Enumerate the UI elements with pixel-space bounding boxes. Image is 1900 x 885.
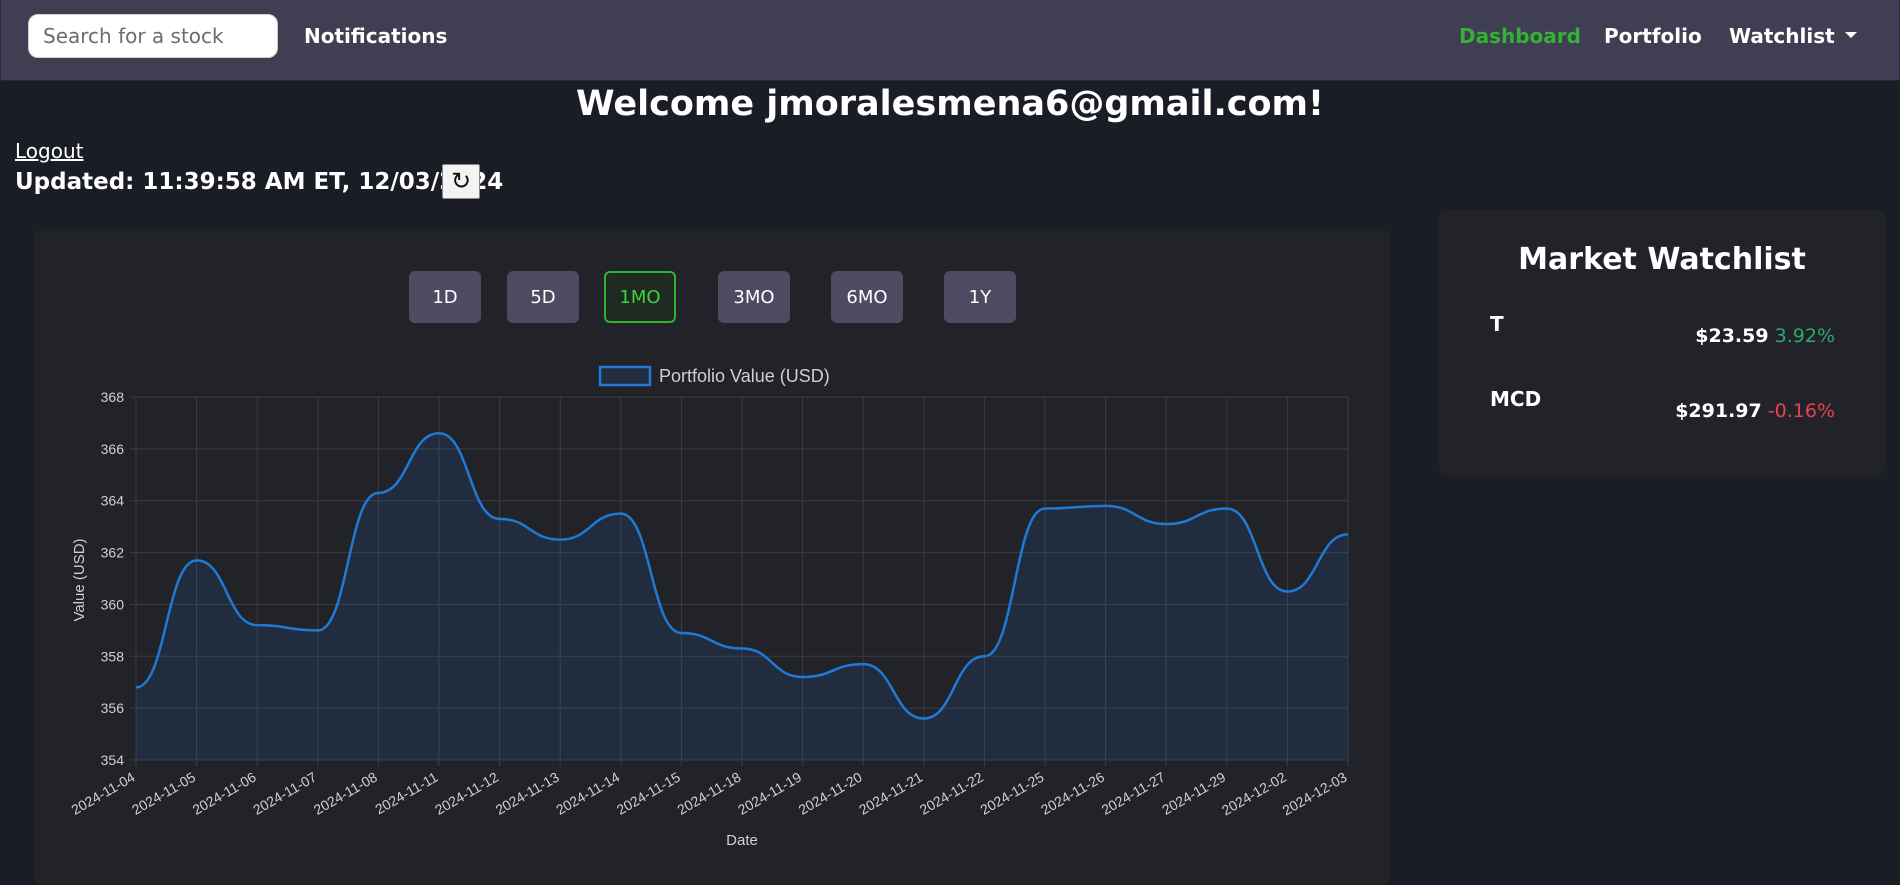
x-tick-label: 2024-11-08 [311,769,380,818]
x-tick-label: 2024-12-03 [1279,769,1349,819]
y-tick-label: 354 [101,752,125,768]
watchlist-change-t: 3.92% [1774,325,1835,347]
watchlist-quote-mcd: $291.97 -0.16% [1575,400,1835,422]
watchlist-title: Market Watchlist [1518,242,1806,277]
x-tick-label: 2024-11-12 [432,769,501,818]
range-button-6mo[interactable]: 6MO [831,271,903,323]
nav-dashboard-link[interactable]: Dashboard [1459,24,1581,48]
x-tick-label: 2024-11-25 [977,769,1046,818]
range-button-1mo[interactable]: 1MO [604,271,676,323]
legend-label: Portfolio Value (USD) [659,366,830,386]
range-button-5d[interactable]: 5D [507,271,579,323]
x-tick-label: 2024-11-05 [129,769,198,818]
y-tick-label: 358 [101,648,125,664]
watchlist-label: Watchlist [1729,24,1835,48]
x-tick-label: 2024-11-07 [250,769,319,818]
y-tick-label: 364 [101,493,125,509]
y-tick-label: 360 [101,596,125,612]
nav-portfolio-link[interactable]: Portfolio [1604,24,1702,48]
welcome-heading: Welcome jmoralesmena6@gmail.com! [576,84,1324,124]
x-tick-label: 2024-11-11 [372,769,440,818]
x-tick-label: 2024-11-26 [1038,769,1107,818]
y-axis-title: Value (USD) [71,538,88,621]
stock-search-input[interactable] [28,14,278,58]
watchlist-quote-t: $23.59 3.92% [1575,325,1835,347]
range-button-3mo[interactable]: 3MO [718,271,790,323]
logout-link[interactable]: Logout [15,139,83,163]
range-button-1d[interactable]: 1D [409,271,481,323]
x-tick-label: 2024-11-27 [1099,769,1168,818]
x-tick-label: 2024-11-04 [68,769,137,818]
x-axis-title: Date [726,832,758,849]
watchlist-symbol-mcd[interactable]: MCD [1490,387,1541,411]
x-tick-label: 2024-12-02 [1219,769,1289,819]
range-button-1y[interactable]: 1Y [944,271,1016,323]
nav-notifications-link[interactable]: Notifications [304,24,447,48]
x-tick-label: 2024-11-18 [674,769,743,818]
y-tick-label: 368 [101,389,125,405]
updated-timestamp: Updated: 11:39:58 AM ET, 12/03/2024 [15,169,504,195]
portfolio-value-chart: 3543563583603623643663682024-11-042024-1… [68,365,1350,849]
chevron-down-icon [1844,31,1857,38]
x-tick-label: 2024-11-13 [493,769,562,818]
x-tick-label: 2024-11-29 [1159,769,1228,818]
top-navbar: Notifications Dashboard Portfolio Watchl… [0,0,1900,81]
watchlist-price-mcd: $291.97 [1675,400,1762,422]
nav-watchlist-dropdown[interactable]: Watchlist [1729,24,1857,48]
watchlist-symbol-t[interactable]: T [1490,312,1504,336]
y-tick-label: 366 [101,441,125,457]
x-tick-label: 2024-11-06 [190,769,259,818]
y-tick-label: 362 [101,545,125,561]
x-tick-label: 2024-11-19 [735,769,804,818]
x-tick-label: 2024-11-14 [553,769,622,818]
refresh-button[interactable]: ↻ [442,164,480,199]
watchlist-change-mcd: -0.16% [1767,400,1835,422]
watchlist-price-t: $23.59 [1695,325,1769,347]
x-tick-label: 2024-11-21 [856,769,925,818]
refresh-icon: ↻ [450,168,472,195]
y-tick-label: 356 [101,700,125,716]
legend-swatch [598,365,652,387]
x-tick-label: 2024-11-20 [796,769,865,818]
x-tick-label: 2024-11-15 [614,769,683,818]
x-tick-label: 2024-11-22 [917,769,986,818]
